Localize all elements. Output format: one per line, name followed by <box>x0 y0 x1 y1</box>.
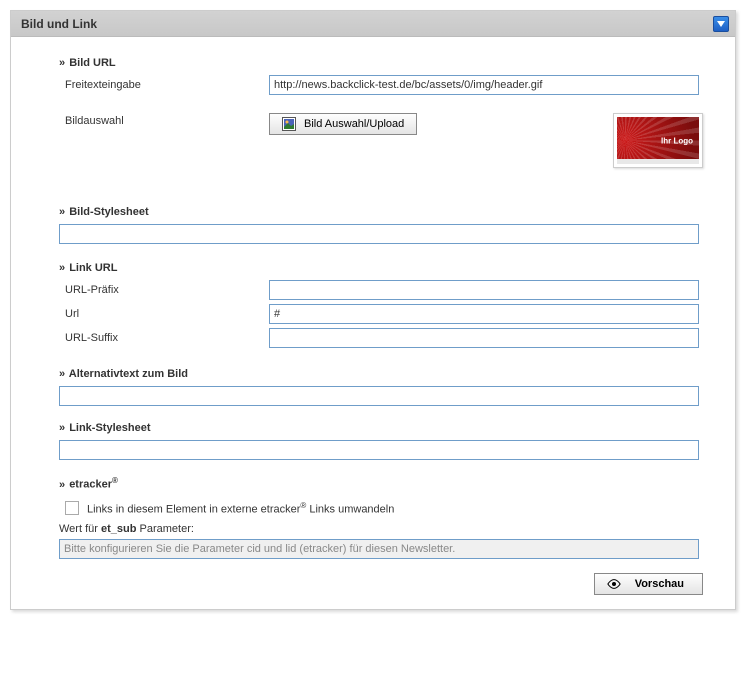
section-heading-alt-text: » Alternativtext zum Bild <box>59 368 703 380</box>
input-url-praefix[interactable] <box>269 280 699 300</box>
input-bild-url[interactable] <box>269 75 699 95</box>
label-etracker-checkbox: Links in diesem Element in externe etrac… <box>87 501 394 516</box>
input-url-suffix[interactable] <box>269 328 699 348</box>
input-alt-text[interactable] <box>59 386 699 406</box>
image-icon <box>282 117 296 131</box>
input-bild-stylesheet[interactable] <box>59 224 699 244</box>
label-url-suffix: URL-Suffix <box>59 332 269 344</box>
input-url[interactable] <box>269 304 699 324</box>
panel-title: Bild und Link <box>21 17 97 31</box>
input-etsub-param <box>59 539 699 559</box>
panel-body: » Bild URL Freitexteingabe Bildauswahl B… <box>11 37 735 609</box>
panel-bild-und-link: Bild und Link » Bild URL Freitexteingabe… <box>10 10 736 610</box>
eye-icon <box>607 577 621 591</box>
section-heading-link-stylesheet: » Link-Stylesheet <box>59 422 703 434</box>
label-bildauswahl: Bildauswahl <box>59 113 269 127</box>
section-heading-bild-url: » Bild URL <box>59 57 703 69</box>
label-etsub-param: Wert für et_sub Parameter: <box>59 523 703 535</box>
thumbnail-placeholder-text: Ihr Logo <box>661 136 693 145</box>
label-url-praefix: URL-Präfix <box>59 284 269 296</box>
section-heading-bild-stylesheet: » Bild-Stylesheet <box>59 206 703 218</box>
section-heading-link-url: » Link URL <box>59 262 703 274</box>
image-thumbnail[interactable]: Ihr Logo <box>613 113 703 168</box>
checkbox-etracker-convert-links[interactable] <box>65 501 79 515</box>
label-freitexteingabe: Freitexteingabe <box>59 79 269 91</box>
input-link-stylesheet[interactable] <box>59 440 699 460</box>
button-vorschau[interactable]: Vorschau <box>594 573 703 595</box>
chevron-down-icon <box>717 21 725 27</box>
panel-header: Bild und Link <box>11 11 735 37</box>
button-bild-auswahl-upload[interactable]: Bild Auswahl/Upload <box>269 113 417 135</box>
panel-collapse-button[interactable] <box>713 16 729 32</box>
section-heading-etracker: » etracker® <box>59 476 703 491</box>
label-url: Url <box>59 308 269 320</box>
